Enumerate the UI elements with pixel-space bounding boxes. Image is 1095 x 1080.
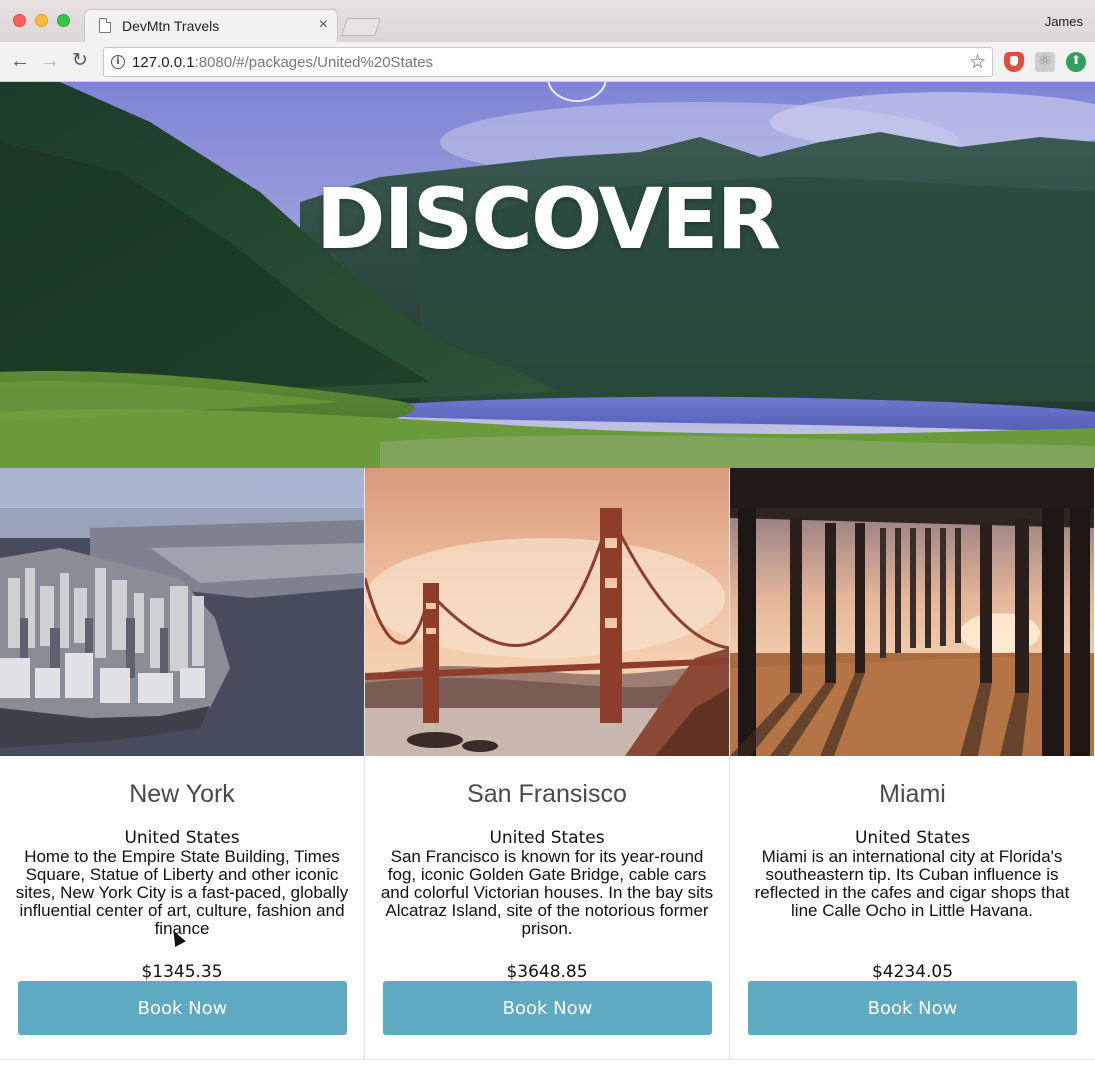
package-image-miami: [730, 468, 1094, 756]
package-description: Home to the Empire State Building, Times…: [15, 847, 349, 938]
window-close-button[interactable]: [13, 14, 26, 27]
book-now-button[interactable]: Book Now: [748, 981, 1077, 1035]
hero-title: DISCOVER: [315, 170, 781, 268]
package-city: Miami: [879, 780, 946, 808]
window-minimize-button[interactable]: [35, 14, 48, 27]
package-image-san-francisco: [365, 468, 729, 756]
package-country: United States: [854, 828, 971, 848]
package-card-new-york: New York United States Home to the Empir…: [0, 468, 365, 1060]
window-maximize-button[interactable]: [57, 14, 70, 27]
hero-landscape-image: [0, 82, 1095, 468]
forward-arrow-icon[interactable]: →: [40, 50, 60, 72]
react-devtools-icon[interactable]: [1035, 51, 1055, 72]
tab-title: DevMtn Travels: [122, 18, 220, 34]
reload-icon[interactable]: ↻: [72, 50, 88, 72]
new-tab-button[interactable]: [341, 18, 381, 36]
page-icon: [99, 18, 111, 33]
package-country: United States: [489, 828, 605, 848]
shield-extension-icon[interactable]: [1004, 52, 1024, 72]
url-text[interactable]: 127.0.0.1:8080/#/packages/United%20State…: [132, 54, 433, 71]
package-city: New York: [129, 780, 235, 808]
site-info-icon[interactable]: i: [111, 55, 125, 69]
profile-name[interactable]: James: [1045, 14, 1083, 29]
bookmark-star-icon[interactable]: ☆: [969, 51, 986, 73]
package-card-san-francisco: San Fransisco United States San Francisc…: [365, 468, 730, 1060]
package-list: New York United States Home to the Empir…: [0, 468, 1095, 1060]
package-city: San Fransisco: [467, 780, 627, 808]
browser-titlebar: DevMtn Travels × James: [0, 0, 1095, 43]
browser-toolbar: ← → ↻ i 127.0.0.1:8080/#/packages/United…: [0, 42, 1095, 82]
package-image-new-york: [0, 468, 364, 756]
book-now-button[interactable]: Book Now: [383, 981, 712, 1035]
package-description: San Francisco is known for its year-roun…: [380, 847, 714, 938]
tab-close-icon[interactable]: ×: [319, 16, 328, 34]
package-price: $3648.85: [506, 962, 588, 982]
book-now-button[interactable]: Book Now: [18, 981, 347, 1035]
browser-tab[interactable]: DevMtn Travels ×: [84, 9, 338, 43]
address-bar[interactable]: i 127.0.0.1:8080/#/packages/United%20Sta…: [103, 47, 993, 77]
package-price: $1345.35: [141, 962, 223, 982]
url-host: 127.0.0.1: [132, 54, 195, 71]
package-price: $4234.05: [871, 962, 954, 982]
package-country: United States: [124, 828, 240, 848]
green-extension-icon[interactable]: [1066, 52, 1086, 72]
package-card-miami: Miami United States Miami is an internat…: [730, 468, 1095, 1060]
hero-banner: DISCOVER: [0, 82, 1095, 468]
url-path: :8080/#/packages/United%20States: [194, 54, 434, 71]
back-arrow-icon[interactable]: ←: [10, 50, 30, 72]
package-description: Miami is an international city at Florid…: [754, 847, 1070, 920]
